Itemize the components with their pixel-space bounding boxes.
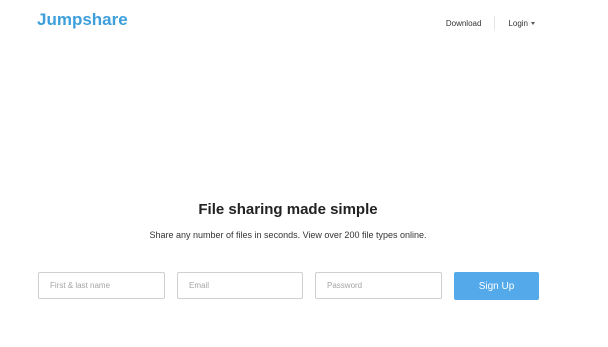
chevron-down-icon	[531, 22, 535, 25]
hero-title: File sharing made simple	[198, 201, 378, 218]
logo[interactable]: Jumpshare	[37, 10, 128, 30]
email-field[interactable]	[177, 272, 303, 299]
name-field[interactable]	[38, 272, 165, 299]
password-field[interactable]	[315, 272, 442, 299]
top-nav: Download Login	[446, 16, 535, 30]
sign-up-button[interactable]: Sign Up	[454, 272, 539, 300]
page: Jumpshare Download Login File sharing ma…	[0, 0, 608, 347]
download-link[interactable]: Download	[446, 19, 482, 28]
login-menu[interactable]: Login	[508, 19, 535, 28]
nav-divider	[494, 16, 496, 30]
login-link[interactable]: Login	[508, 19, 528, 28]
hero-subtitle: Share any number of files in seconds. Vi…	[149, 230, 427, 240]
